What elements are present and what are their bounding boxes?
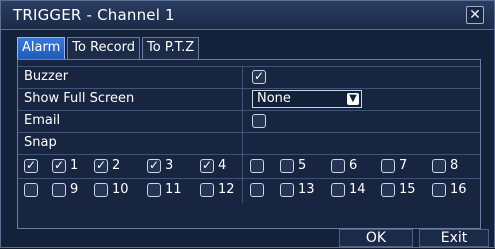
fullscreen-value: None (257, 91, 291, 106)
snap-channel-11-checkbox[interactable] (147, 183, 161, 197)
checkmark-icon: ✓ (202, 158, 213, 172)
ok-button[interactable]: OK (339, 229, 413, 247)
snap-channel-8-checkbox[interactable] (432, 159, 446, 173)
snap-row: Snap (18, 132, 480, 155)
snap-all-right-2-checkbox[interactable] (250, 183, 264, 197)
alarm-panel: Buzzer ✓ Show Full Screen None ▼ Email S… (17, 59, 481, 229)
snap-channel-3-checkbox[interactable]: ✓ (147, 158, 161, 173)
snap-channel-5-label: 5 (298, 158, 307, 173)
column-divider (242, 179, 243, 203)
column-divider (242, 89, 243, 111)
column-divider (242, 155, 243, 179)
snap-channel-10-label: 10 (112, 182, 129, 197)
snap-channel-8-label: 8 (450, 158, 459, 173)
snap-channel-1-checkbox[interactable]: ✓ (52, 158, 66, 173)
window-title: TRIGGER - Channel 1 (13, 6, 175, 24)
title-bar: TRIGGER - Channel 1 ✕ (1, 1, 494, 30)
snap-channel-14-label: 14 (349, 182, 366, 197)
buzzer-label: Buzzer (24, 69, 69, 84)
snap-channel-16-checkbox[interactable] (432, 183, 446, 197)
email-row: Email (18, 110, 480, 133)
fullscreen-select[interactable]: None ▼ (252, 90, 362, 108)
snap-channel-7-label: 7 (399, 158, 408, 173)
buzzer-checkbox[interactable]: ✓ (252, 69, 266, 84)
checkmark-icon: ✓ (96, 158, 107, 172)
snap-channel-15-label: 15 (399, 182, 416, 197)
snap-channel-12-label: 12 (218, 182, 235, 197)
snap-channel-14-checkbox[interactable] (331, 183, 345, 197)
snap-all-left-2-checkbox[interactable] (24, 183, 38, 197)
snap-channel-1-label: 1 (70, 158, 79, 173)
snap-channels-row-1: ✓ ✓ 1 ✓ 2 ✓ 3 ✓ 4 5 6 7 8 (18, 154, 480, 179)
column-divider (242, 67, 243, 89)
button-bar: OK Exit (1, 229, 494, 249)
snap-label: Snap (24, 135, 57, 150)
snap-channels-row-2: 9 10 11 12 13 14 15 16 (18, 178, 480, 203)
snap-channel-6-checkbox[interactable] (331, 159, 345, 173)
fullscreen-row: Show Full Screen None ▼ (18, 88, 480, 111)
snap-channel-11-label: 11 (165, 182, 182, 197)
tab-to-ptz[interactable]: To P.T.Z (142, 37, 200, 59)
checkmark-icon: ✓ (54, 158, 65, 172)
trigger-dialog: TRIGGER - Channel 1 ✕ Alarm To Record To… (0, 0, 495, 248)
snap-channel-15-checkbox[interactable] (381, 183, 395, 197)
snap-channel-13-checkbox[interactable] (280, 183, 294, 197)
fullscreen-label: Show Full Screen (24, 91, 135, 106)
snap-channel-4-checkbox[interactable]: ✓ (200, 158, 214, 173)
checkmark-icon: ✓ (26, 158, 37, 172)
email-checkbox[interactable] (252, 114, 266, 128)
snap-channel-10-checkbox[interactable] (94, 183, 108, 197)
snap-channel-9-checkbox[interactable] (52, 183, 66, 197)
column-divider (242, 111, 243, 133)
snap-channel-2-label: 2 (112, 158, 121, 173)
checkmark-icon: ✓ (149, 158, 160, 172)
snap-all-right-checkbox[interactable] (250, 159, 264, 173)
close-icon[interactable]: ✕ (466, 6, 484, 24)
snap-channel-9-label: 9 (70, 182, 79, 197)
tab-bar: Alarm To Record To P.T.Z (17, 37, 201, 61)
snap-channel-12-checkbox[interactable] (200, 183, 214, 197)
snap-channel-3-label: 3 (165, 158, 174, 173)
buzzer-row: Buzzer ✓ (18, 66, 480, 89)
snap-channel-7-checkbox[interactable] (381, 159, 395, 173)
snap-channel-2-checkbox[interactable]: ✓ (94, 158, 108, 173)
checkmark-icon: ✓ (254, 69, 265, 83)
snap-all-left-checkbox[interactable]: ✓ (24, 158, 38, 173)
snap-channel-4-label: 4 (218, 158, 227, 173)
snap-channel-16-label: 16 (450, 182, 467, 197)
tab-to-record[interactable]: To Record (67, 37, 140, 59)
email-label: Email (24, 113, 61, 128)
snap-channel-5-checkbox[interactable] (280, 159, 294, 173)
chevron-down-icon: ▼ (347, 93, 359, 105)
snap-channel-13-label: 13 (298, 182, 315, 197)
tab-alarm[interactable]: Alarm (17, 37, 66, 59)
snap-channel-6-label: 6 (349, 158, 358, 173)
exit-button[interactable]: Exit (419, 229, 489, 247)
column-divider (242, 133, 243, 155)
